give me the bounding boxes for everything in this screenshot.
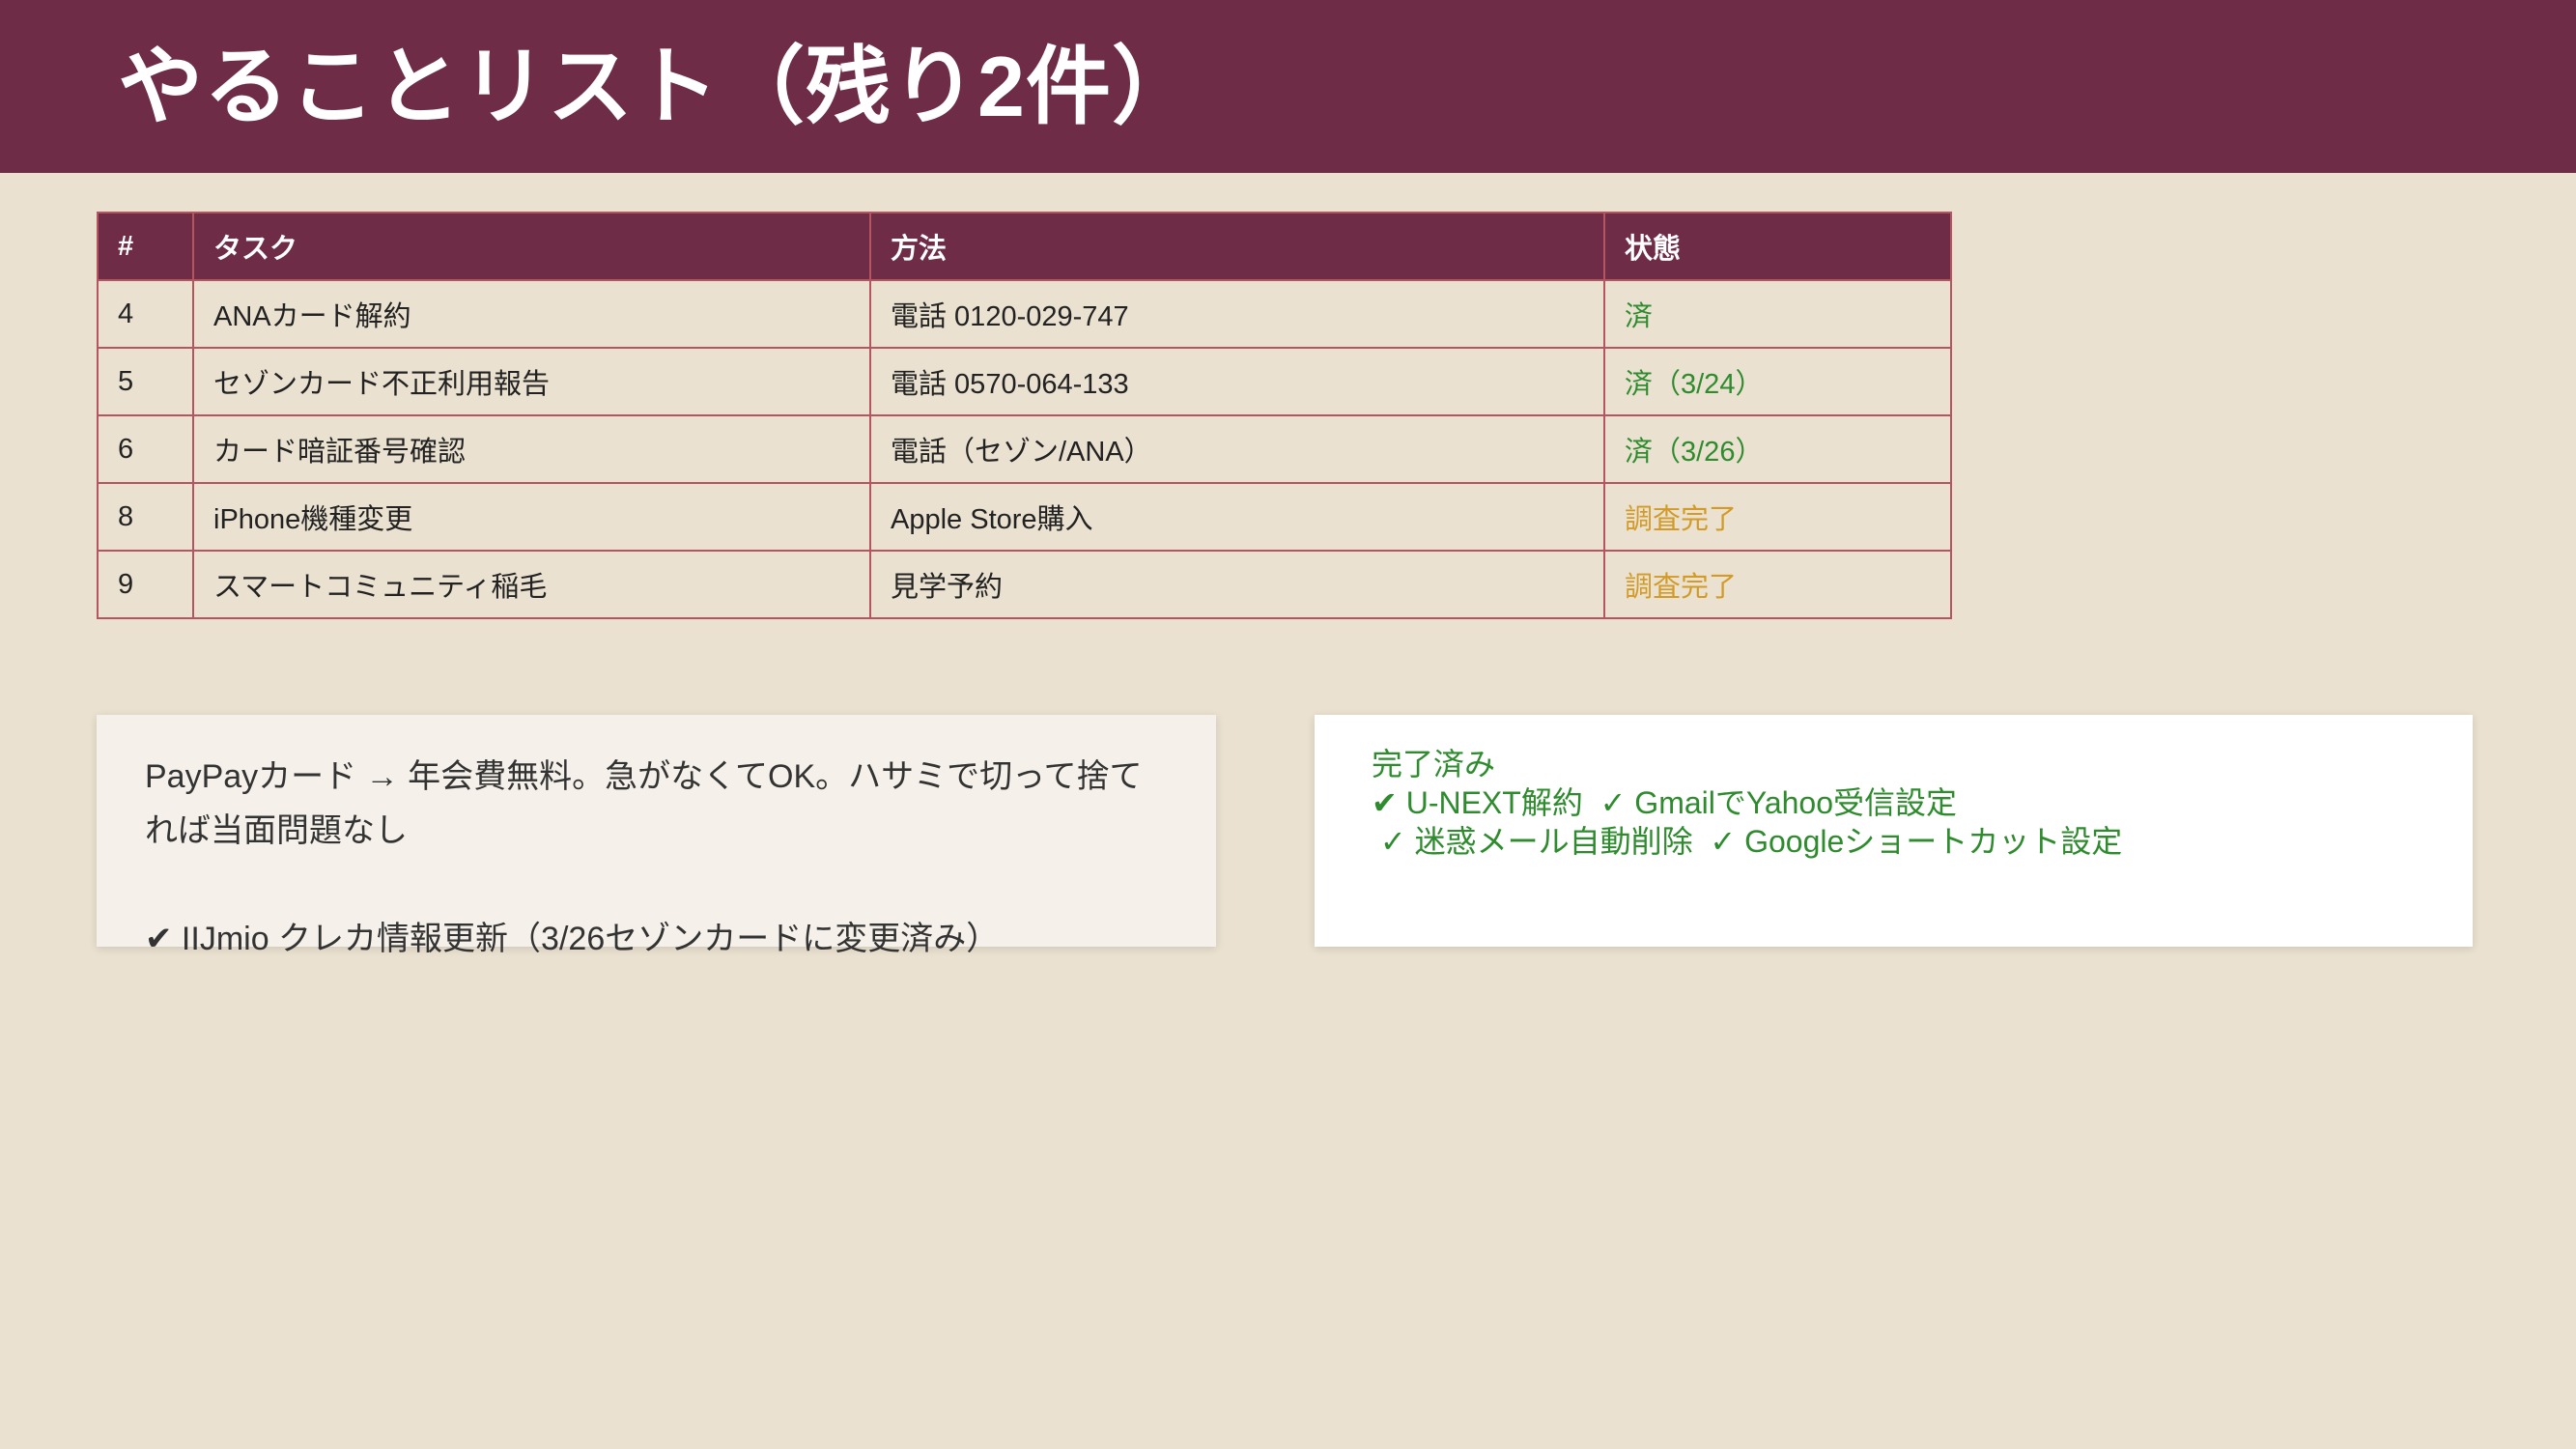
column-header-task: タスク: [192, 212, 871, 281]
table-row: 8 iPhone機種変更 Apple Store購入 調査完了: [97, 482, 1952, 552]
task-name-cell: iPhone機種変更: [192, 482, 871, 552]
table-row: 9 スマートコミュニティ稲毛 見学予約 調査完了: [97, 550, 1952, 619]
note-paragraph: PayPayカード → 年会費無料。急がなくてOK。ハサミで切って捨てれば当面問…: [145, 758, 1143, 849]
task-method-cell: 電話 0570-064-133: [869, 347, 1605, 416]
table-row: 4 ANAカード解約 電話 0120-029-747 済: [97, 279, 1952, 349]
task-method-cell: 電話 0120-029-747: [869, 279, 1605, 349]
task-status-cell: 調査完了: [1603, 482, 1952, 552]
column-header-number: #: [97, 212, 194, 281]
task-method-cell: Apple Store購入: [869, 482, 1605, 552]
task-table-head: # タスク 方法 状態: [97, 212, 1952, 281]
table-header-row: # タスク 方法 状態: [97, 212, 1952, 281]
task-number-cell: 6: [97, 414, 194, 484]
task-method-cell: 見学予約: [869, 550, 1605, 619]
done-item-line: ✓ 迷惑メール自動削除 ✓ Googleショートカット設定: [1372, 824, 2123, 859]
table-row: 5 セゾンカード不正利用報告 電話 0570-064-133 済（3/24）: [97, 347, 1952, 416]
task-number-cell: 8: [97, 482, 194, 552]
task-method-cell: 電話（セゾン/ANA）: [869, 414, 1605, 484]
task-status-cell: 調査完了: [1603, 550, 1952, 619]
task-table: # タスク 方法 状態 4 ANAカード解約 電話 0120-029-747 済…: [97, 212, 1952, 619]
done-card: 完了済み ✔ U-NEXT解約 ✓ GmailでYahoo受信設定 ✓ 迷惑メー…: [1315, 715, 2473, 947]
task-status-cell: 済（3/24）: [1603, 347, 1952, 416]
task-status-cell: 済: [1603, 279, 1952, 349]
done-item-line: ✔ U-NEXT解約 ✓ GmailでYahoo受信設定: [1372, 785, 1958, 820]
task-name-cell: カード暗証番号確認: [192, 414, 871, 484]
page-title: やることリスト（残り2件）: [118, 39, 1198, 134]
table-row: 6 カード暗証番号確認 電話（セゾン/ANA） 済（3/26）: [97, 414, 1952, 484]
task-name-cell: セゾンカード不正利用報告: [192, 347, 871, 416]
note-check-line: ✔ IIJmio クレカ情報更新（3/26セゾンカードに変更済み）: [145, 921, 1000, 957]
task-number-cell: 9: [97, 550, 194, 619]
task-number-cell: 5: [97, 347, 194, 416]
title-bar: やることリスト（残り2件）: [0, 0, 2576, 173]
column-header-status: 状態: [1603, 212, 1952, 281]
task-status-cell: 済（3/26）: [1603, 414, 1952, 484]
task-table-body: 4 ANAカード解約 電話 0120-029-747 済 5 セゾンカード不正利…: [97, 279, 1952, 619]
column-header-method: 方法: [869, 212, 1605, 281]
done-card-title: 完了済み: [1372, 747, 1496, 781]
task-name-cell: ANAカード解約: [192, 279, 871, 349]
task-name-cell: スマートコミュニティ稲毛: [192, 550, 871, 619]
task-number-cell: 4: [97, 279, 194, 349]
note-card: PayPayカード → 年会費無料。急がなくてOK。ハサミで切って捨てれば当面問…: [97, 715, 1216, 957]
